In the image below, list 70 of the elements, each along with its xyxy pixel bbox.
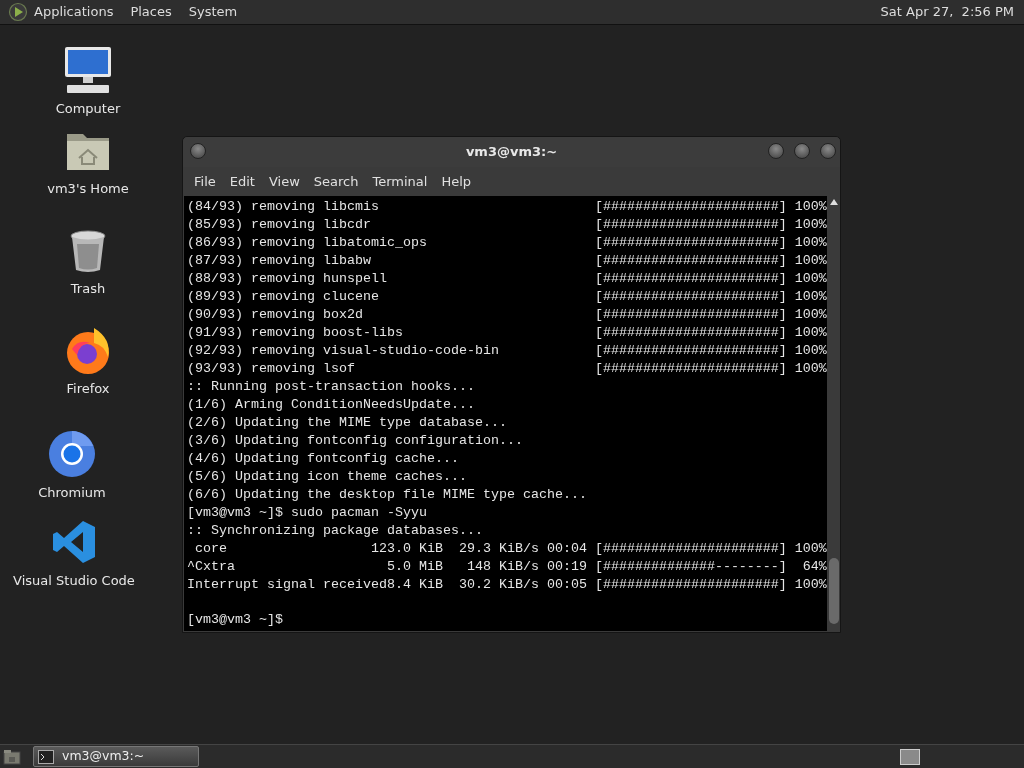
terminal-line: [vm3@vm3 ~]$ sudo pacman -Syyu <box>187 504 427 522</box>
terminal-line: [vm3@vm3 ~]$ <box>187 611 283 629</box>
terminal-icon <box>38 749 54 764</box>
scrollbar[interactable] <box>826 196 839 631</box>
terminal-line: :: Running post-transaction hooks... <box>187 378 475 396</box>
terminal-line: (88/93) removing hunspell <box>187 270 388 288</box>
progress-text: [######################] 100% <box>594 198 827 216</box>
computer-icon <box>63 45 113 95</box>
terminal-line: (1/6) Arming ConditionNeedsUpdate... <box>187 396 475 414</box>
desktop-icon-label[interactable]: Chromium <box>38 485 106 500</box>
progress-text: [##############--------] 64% <box>594 558 827 576</box>
progress-text: [######################] 100% <box>594 540 827 558</box>
terminal-line: (92/93) removing visual-studio-code-bin <box>187 342 500 360</box>
show-desktop-icon[interactable] <box>3 748 21 765</box>
desktop-icon-label[interactable]: vm3's Home <box>47 181 129 196</box>
panel-menu[interactable]: Places <box>130 2 172 22</box>
scroll-up-arrow-icon[interactable] <box>829 199 838 205</box>
menu-item[interactable]: View <box>261 168 307 195</box>
desktop-icon-label[interactable]: Firefox <box>66 381 110 396</box>
desktop-icon-label[interactable]: Visual Studio Code <box>13 573 135 588</box>
trash-icon <box>69 230 107 274</box>
terminal-line: (90/93) removing box2d <box>187 306 364 324</box>
terminal-line: (86/93) removing libatomic_ops <box>187 234 428 252</box>
progress-text: [######################] 100% <box>594 270 827 288</box>
desktop-icon-label[interactable]: Trash <box>70 281 106 296</box>
workspace-switcher[interactable] <box>900 748 920 765</box>
terminal-line: :: Synchronizing package databases... <box>187 522 483 540</box>
terminal-line: core 123.0 KiB 29.3 KiB/s 00:04 <box>194 540 588 558</box>
minimize-button[interactable] <box>768 143 784 159</box>
terminal-line: (6/6) Updating the desktop file MIME type cache... <box>187 486 587 504</box>
progress-text: [######################] 100% <box>594 234 827 252</box>
terminal-line: (5/6) Updating icon theme caches... <box>187 468 467 486</box>
terminal-line: (93/93) removing lsof <box>187 360 356 378</box>
terminal-line: (4/6) Updating fontconfig cache... <box>187 450 459 468</box>
terminal-line: ^Cxtra 5.0 MiB 148 KiB/s 00:19 <box>187 558 588 576</box>
terminal-line: (84/93) removing libcmis <box>187 198 380 216</box>
progress-text: [######################] 100% <box>594 360 827 378</box>
menu-logo-icon[interactable] <box>8 2 28 22</box>
menu-item[interactable]: Help <box>434 168 479 195</box>
progress-text: [######################] 100% <box>594 216 827 234</box>
terminal-line: (89/93) removing clucene <box>187 288 380 306</box>
chromium-icon <box>48 430 96 478</box>
terminal-line: (91/93) removing boost-libs <box>187 324 404 342</box>
progress-text: [######################] 100% <box>594 576 827 594</box>
progress-text: [######################] 100% <box>594 252 827 270</box>
maximize-button[interactable] <box>794 143 810 159</box>
progress-text: [######################] 100% <box>594 306 827 324</box>
terminal-line: (85/93) removing libcdr <box>187 216 372 234</box>
menu-item[interactable]: Search <box>306 168 366 195</box>
desktop-icon-label[interactable]: Computer <box>55 101 121 116</box>
terminal-line: (2/6) Updating the MIME type database... <box>187 414 507 432</box>
taskbar-button[interactable]: vm3@vm3:~ <box>33 746 199 767</box>
vscode-icon <box>52 520 96 564</box>
menu-item[interactable]: Terminal <box>365 168 435 195</box>
window-menu-button[interactable] <box>190 143 206 159</box>
panel-menu[interactable]: System <box>188 2 238 22</box>
clock[interactable]: Sat Apr 27, 2:56 PM <box>880 2 1014 22</box>
menu-item[interactable]: File <box>187 168 223 195</box>
terminal-line: Interrupt signal received8.4 KiB 30.2 KiB/s 00:05 <box>187 576 588 594</box>
progress-text: [######################] 100% <box>594 342 827 360</box>
terminal-line: (87/93) removing libabw <box>187 252 372 270</box>
progress-text: [######################] 100% <box>594 324 827 342</box>
menu-item[interactable]: Edit <box>222 168 262 195</box>
window-title: vm3@vm3:~ <box>465 143 558 162</box>
progress-text: [######################] 100% <box>594 288 827 306</box>
terminal-line: (3/6) Updating fontconfig configuration... <box>187 432 523 450</box>
panel-menu[interactable]: Applications <box>34 2 114 22</box>
firefox-icon <box>64 325 112 375</box>
scroll-thumb[interactable] <box>828 558 839 624</box>
close-button[interactable] <box>820 143 836 159</box>
